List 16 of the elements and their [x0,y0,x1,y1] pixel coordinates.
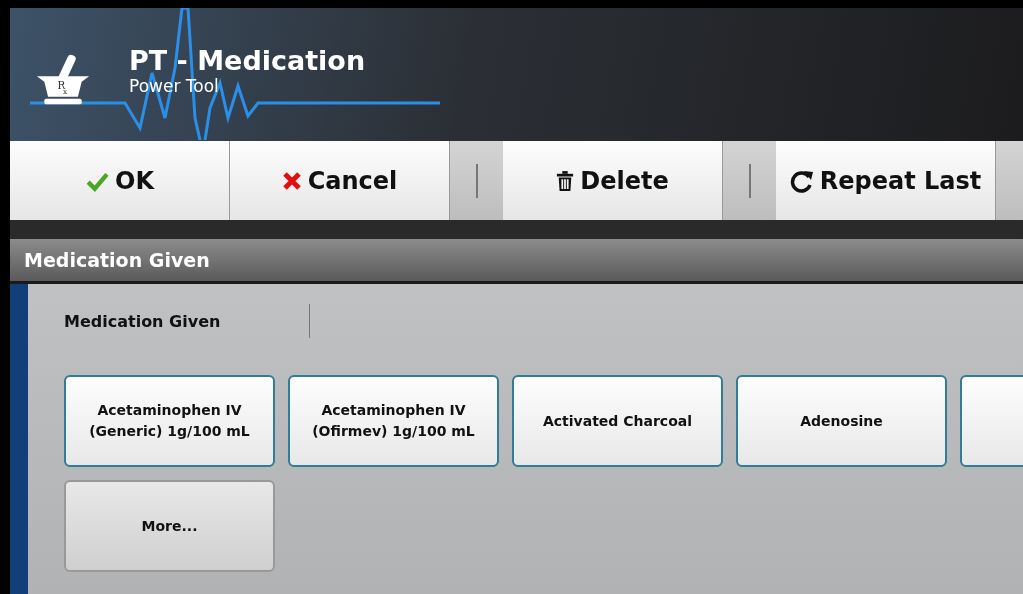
close-icon [281,170,302,191]
medication-button[interactable]: Adenosine [736,375,947,467]
cancel-button[interactable]: Cancel [230,141,450,220]
section-title: Medication Given [24,249,210,271]
group-label: Medication Given [64,311,222,331]
medication-button[interactable]: Acetaminophen IV (Ofirmev) 1g/100 mL [288,375,499,467]
medication-button[interactable]: Activated Charcoal [512,375,723,467]
more-button[interactable]: More... [64,480,275,572]
medication-button[interactable]: Acetaminophen IV (Generic) 1g/100 mL [64,375,275,467]
ok-button[interactable]: OK [10,141,230,220]
delete-button[interactable]: Delete [503,141,723,220]
heartbeat-line-icon [30,8,440,140]
refresh-icon [789,168,814,193]
app-title: PT - Medication [129,45,366,76]
repeat-button[interactable]: Repeat Last [776,141,996,220]
trash-icon [556,169,575,192]
